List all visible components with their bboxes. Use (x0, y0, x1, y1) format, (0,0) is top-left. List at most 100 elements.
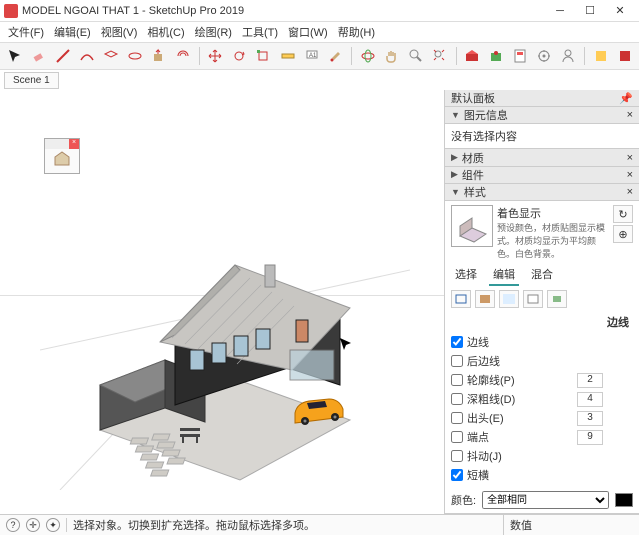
tab-edit[interactable]: 编辑 (489, 264, 519, 286)
move-tool[interactable] (205, 45, 226, 67)
text-tool[interactable]: A1 (301, 45, 322, 67)
tab-mix[interactable]: 混合 (527, 264, 557, 286)
background-settings-button[interactable] (499, 290, 519, 308)
user-button[interactable] (558, 45, 579, 67)
check-jitter[interactable]: 抖动(J) (451, 448, 633, 464)
entity-info-title: 图元信息 (464, 107, 508, 123)
credits-icon[interactable]: ✦ (46, 518, 60, 532)
tray-panel: 默认面板 📌 ▼ 图元信息 × 没有选择内容 ▶ 材质 × ▶ 组件 × ▼ 样… (444, 90, 639, 514)
status-bar: ? ✛ ✦ 选择对象。切换到扩充选择。拖动鼠标选择多项。 数值 (0, 514, 639, 535)
style-description: 预设颜色，材质贴图显示模式。材质均显示为平均颜色。白色背景。 (497, 221, 609, 260)
toolbar: A1 (0, 42, 639, 70)
panel-close-icon[interactable]: × (627, 169, 633, 181)
menu-file[interactable]: 文件(F) (4, 22, 48, 42)
menu-tools[interactable]: 工具(T) (238, 22, 282, 42)
geo-icon[interactable]: ✛ (26, 518, 40, 532)
thumbnail-close-icon[interactable]: × (69, 139, 79, 149)
circle-tool[interactable] (124, 45, 145, 67)
rotate-tool[interactable] (229, 45, 250, 67)
select-tool[interactable] (4, 45, 25, 67)
no-selection-text: 没有选择内容 (451, 131, 517, 143)
menu-help[interactable]: 帮助(H) (334, 22, 379, 42)
check-extension[interactable]: 出头(E)3 (451, 410, 633, 426)
style-thumbnail[interactable] (451, 205, 493, 247)
close-button[interactable]: ✕ (605, 2, 635, 20)
rectangle-tool[interactable] (100, 45, 121, 67)
edges-section-title: 边线 (451, 312, 633, 332)
line-tool[interactable] (52, 45, 73, 67)
check-edges[interactable]: 边线 (451, 334, 633, 350)
pushpull-tool[interactable] (149, 45, 170, 67)
extension-manager-button[interactable] (534, 45, 555, 67)
modeling-settings-button[interactable] (547, 290, 567, 308)
style-new-button[interactable]: ⊕ (613, 225, 633, 243)
face-settings-button[interactable] (475, 290, 495, 308)
style-update-button[interactable]: ↻ (613, 205, 633, 223)
check-dashes[interactable]: 短横 (451, 467, 633, 483)
zoom-tool[interactable] (405, 45, 426, 67)
check-depth-cue[interactable]: 深粗线(D)4 (451, 391, 633, 407)
menu-draw[interactable]: 绘图(R) (191, 22, 236, 42)
eraser-tool[interactable] (28, 45, 49, 67)
menu-camera[interactable]: 相机(C) (143, 22, 188, 42)
default-tray-title: 默认面板 (451, 90, 495, 106)
panel-close-icon[interactable]: × (627, 109, 633, 121)
model-scene (40, 170, 410, 490)
panel-close-icon[interactable]: × (627, 186, 633, 198)
entity-info-header[interactable]: ▼ 图元信息 × (445, 107, 639, 124)
collapse-arrow-icon: ▼ (451, 110, 460, 120)
orbit-tool[interactable] (357, 45, 378, 67)
color-label: 颜色: (451, 492, 476, 508)
arc-tool[interactable] (76, 45, 97, 67)
tape-tool[interactable] (277, 45, 298, 67)
check-back-edges[interactable]: 后边线 (451, 353, 633, 369)
tab-select[interactable]: 选择 (451, 264, 481, 286)
title-bar: MODEL NGOAI THAT 1 - SketchUp Pro 2019 ─… (0, 0, 639, 22)
menu-edit[interactable]: 编辑(E) (50, 22, 95, 42)
menu-window[interactable]: 窗口(W) (284, 22, 332, 42)
status-hint: 选择对象。切换到扩充选择。拖动鼠标选择多项。 (73, 517, 497, 533)
color-swatch[interactable] (615, 493, 633, 507)
measurements-box: 数值 (503, 515, 633, 535)
measurements-label: 数值 (510, 517, 532, 533)
materials-header[interactable]: ▶ 材质 × (445, 149, 639, 166)
offset-tool[interactable] (173, 45, 194, 67)
viewport[interactable]: × (0, 90, 444, 514)
scale-tool[interactable] (253, 45, 274, 67)
warehouse-button[interactable] (462, 45, 483, 67)
entity-info-body: 没有选择内容 (445, 124, 639, 149)
style-name: 着色显示 (497, 205, 609, 221)
check-endpoints[interactable]: 端点9 (451, 429, 633, 445)
paint-tool[interactable] (325, 45, 346, 67)
app-logo (4, 4, 18, 18)
color-mode-select[interactable]: 全部相同 (482, 491, 609, 509)
styles-title: 样式 (464, 184, 486, 200)
default-tray-header[interactable]: 默认面板 📌 (445, 90, 639, 107)
layout-button[interactable] (510, 45, 531, 67)
maximize-button[interactable]: ☐ (575, 2, 605, 20)
zoom-extents-tool[interactable] (430, 45, 451, 67)
components-header[interactable]: ▶ 组件 × (445, 167, 639, 184)
pin-icon[interactable]: 📌 (619, 92, 633, 105)
watermark-settings-button[interactable] (523, 290, 543, 308)
minimize-button[interactable]: ─ (545, 2, 575, 20)
collapse-arrow-icon: ▼ (451, 187, 460, 197)
pan-tool[interactable] (381, 45, 402, 67)
component-thumbnail[interactable]: × (44, 138, 80, 174)
materials-title: 材质 (462, 150, 484, 166)
edge-settings-button[interactable] (451, 290, 471, 308)
help-icon[interactable]: ? (6, 518, 20, 532)
extension-warehouse-button[interactable] (486, 45, 507, 67)
menu-bar: 文件(F) 编辑(E) 视图(V) 相机(C) 绘图(R) 工具(T) 窗口(W… (0, 22, 639, 42)
components-title: 组件 (462, 167, 484, 183)
panel-close-icon[interactable]: × (627, 152, 633, 164)
check-profiles[interactable]: 轮廓线(P)2 (451, 372, 633, 388)
scene-tab-1[interactable]: Scene 1 (4, 72, 59, 89)
plugin-button-1[interactable] (590, 45, 611, 67)
menu-view[interactable]: 视图(V) (97, 22, 142, 42)
expand-arrow-icon: ▶ (451, 152, 458, 163)
styles-header[interactable]: ▼ 样式 × (445, 184, 639, 201)
plugin-button-2[interactable] (614, 45, 635, 67)
expand-arrow-icon: ▶ (451, 169, 458, 180)
svg-text:A1: A1 (309, 53, 317, 59)
